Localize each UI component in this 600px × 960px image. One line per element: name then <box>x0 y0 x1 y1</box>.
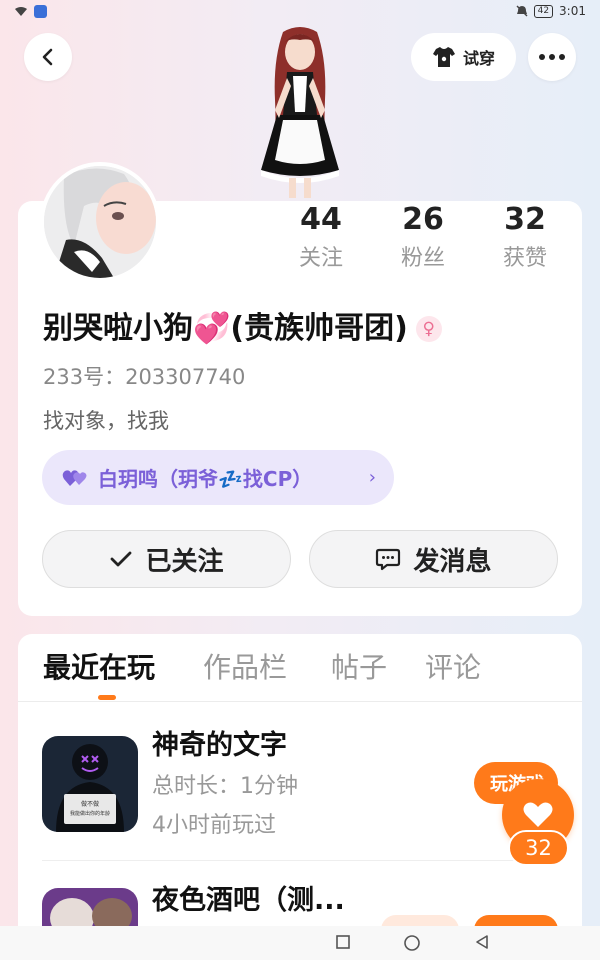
female-gender-icon: ♀ <box>415 316 442 342</box>
more-options-button[interactable] <box>528 33 576 81</box>
home-circle-icon[interactable] <box>403 934 421 952</box>
checkmark-icon <box>111 551 132 567</box>
tryon-label: 试穿 <box>462 49 495 68</box>
cp-partner-link[interactable]: 白玥鸣（玥爷💤找CP） › <box>42 450 394 505</box>
nickname: 别哭啦小狗💞(贵族帅哥团) <box>43 311 408 346</box>
thumb-text-2: 我能做出你的年龄 <box>70 810 110 817</box>
mute-icon <box>516 5 528 17</box>
game-thumbnail[interactable] <box>42 888 138 926</box>
stat-following[interactable]: 44 关注 <box>276 200 366 274</box>
divider <box>18 701 582 702</box>
tab-works[interactable]: 作品栏 <box>203 646 287 690</box>
thumb-text-1: 做不做 <box>81 800 99 808</box>
game-title[interactable]: 夜色酒吧（测... <box>152 882 345 920</box>
back-triangle-icon[interactable] <box>474 934 490 950</box>
heart-icon <box>523 802 553 827</box>
stat-label: 获赞 <box>502 246 547 271</box>
wifi-icon <box>15 7 27 16</box>
followed-label: 已关注 <box>145 546 224 577</box>
game-cover-image <box>42 888 138 926</box>
clock: 3:01 <box>559 4 586 18</box>
stat-likes[interactable]: 32 获赞 <box>480 200 570 274</box>
battery-indicator: 42 <box>533 4 554 18</box>
user-avatar[interactable] <box>40 162 160 282</box>
back-button[interactable] <box>24 33 72 81</box>
game-last-played: 4小时前玩过 <box>152 813 276 838</box>
game-duration: 总时长：1分钟 <box>152 774 298 799</box>
tab-indicator <box>98 695 116 700</box>
stat-value: 26 <box>402 202 444 237</box>
stat-label: 关注 <box>298 246 343 271</box>
followed-button[interactable]: 已关注 <box>42 530 291 588</box>
divider <box>42 860 558 861</box>
system-nav-bar <box>0 926 600 960</box>
cp-text: 白玥鸣（玥爷💤找CP） <box>98 467 313 491</box>
tab-recently-played[interactable]: 最近在玩 <box>43 646 155 690</box>
send-message-button[interactable]: 发消息 <box>309 530 558 588</box>
game-thumbnail[interactable]: 做不做 我能做出你的年龄 <box>42 736 138 832</box>
more-dots-icon <box>539 54 565 60</box>
game-cover-image: 做不做 我能做出你的年龄 <box>42 736 138 832</box>
stat-fans[interactable]: 26 粉丝 <box>378 200 468 274</box>
avatar-image <box>44 166 156 278</box>
recents-square-icon[interactable] <box>335 934 351 950</box>
stat-label: 粉丝 <box>400 246 445 271</box>
tab-posts[interactable]: 帖子 <box>331 646 387 690</box>
chat-bubble-icon <box>376 548 401 571</box>
tshirt-icon <box>432 47 455 67</box>
chevron-left-icon <box>42 48 53 66</box>
tryon-button[interactable]: 试穿 <box>411 33 516 81</box>
like-count-badge: 32 <box>508 830 569 866</box>
send-message-label: 发消息 <box>413 546 492 577</box>
tab-comments[interactable]: 评论 <box>425 646 481 690</box>
stat-value: 44 <box>300 202 342 237</box>
chevron-right-icon: › <box>368 467 376 488</box>
bio: 找对象，找我 <box>43 409 169 433</box>
nickname-row: 别哭啦小狗💞(贵族帅哥团) ♀ <box>43 308 442 350</box>
vpn-icon <box>34 5 47 18</box>
game-title[interactable]: 神奇的文字 <box>152 727 287 765</box>
double-heart-icon <box>62 469 87 486</box>
stat-value: 32 <box>504 202 546 237</box>
character-avatar-figure[interactable] <box>235 20 365 200</box>
user-id[interactable]: 233号：203307740 <box>43 362 245 392</box>
